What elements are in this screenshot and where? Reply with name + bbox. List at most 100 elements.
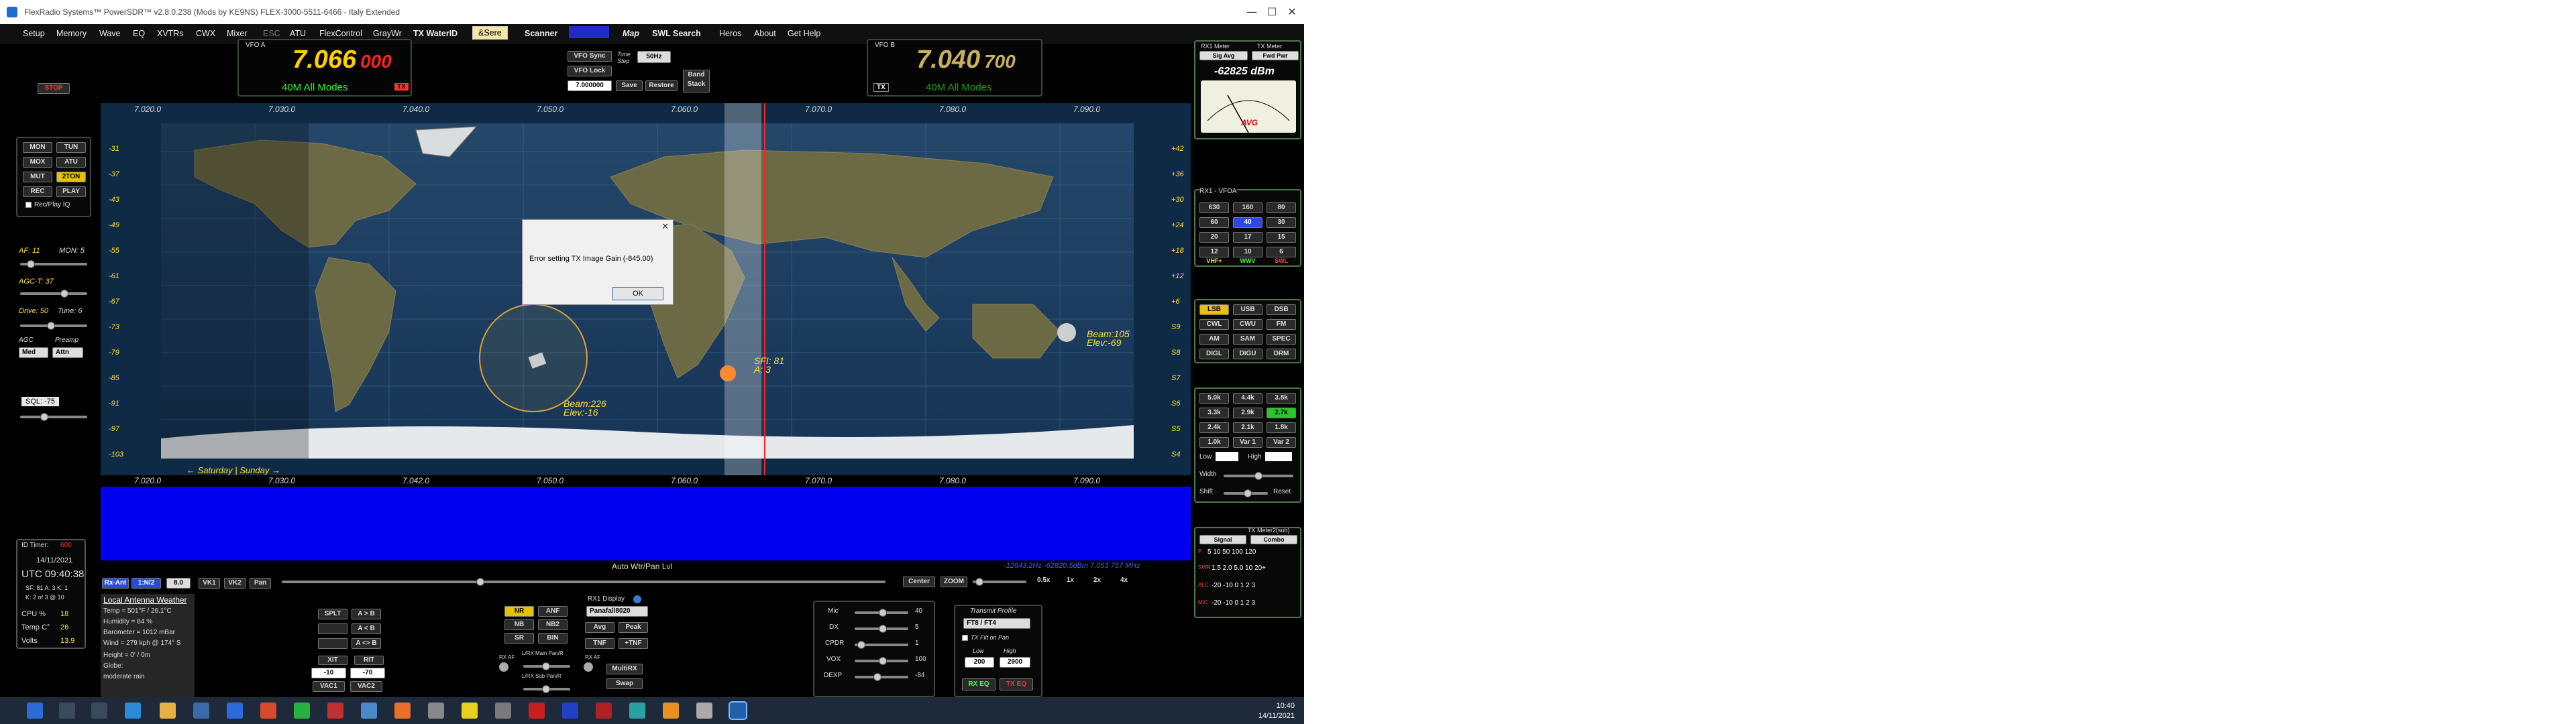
filter-2-1k-button[interactable]: 2.1k — [1233, 422, 1263, 433]
tnf-plus-button[interactable]: +TNF — [619, 638, 648, 649]
maximize-button[interactable]: ☐ — [1263, 4, 1281, 20]
step-freq-input[interactable]: 7.000000 — [568, 80, 612, 91]
app-icon[interactable] — [294, 703, 310, 719]
tx-meter2-left-select[interactable]: Signal — [1199, 535, 1246, 544]
dx-slider[interactable] — [855, 625, 908, 633]
mail-icon[interactable] — [227, 703, 243, 719]
zoom-4x[interactable]: 4x — [1120, 577, 1128, 584]
atu-button[interactable]: ATU — [56, 157, 86, 168]
nr-button[interactable]: NR — [504, 606, 534, 617]
menu-spotter[interactable]: Spotter — [569, 26, 610, 38]
rx-eq-button[interactable]: RX EQ — [962, 678, 996, 690]
vox-slider[interactable] — [855, 657, 908, 665]
band-15-button[interactable]: 15 — [1267, 232, 1296, 243]
mut-button[interactable]: MUT — [23, 172, 52, 182]
mode-dsb-button[interactable]: DSB — [1267, 304, 1296, 315]
stop-button[interactable]: STOP — [38, 83, 70, 94]
band-swl-button[interactable]: SWL — [1267, 257, 1296, 265]
waterfall-display[interactable] — [101, 487, 1191, 560]
transmit-profile-select[interactable]: FT8 / FT4 — [963, 618, 1030, 629]
pan-slider[interactable] — [282, 578, 885, 586]
app-icon[interactable] — [596, 703, 612, 719]
taskbar-clock[interactable]: 10:40 14/11/2021 — [1258, 701, 1295, 721]
mode-spec-button[interactable]: SPEC — [1267, 334, 1296, 345]
menu-graywr[interactable]: GrayWr — [373, 29, 402, 38]
vk1-button[interactable]: VK1 — [199, 578, 220, 589]
menu-about[interactable]: About — [754, 29, 776, 38]
pan-button[interactable]: Pan — [250, 578, 271, 589]
zoom-slider[interactable] — [973, 578, 1026, 586]
menu-eq[interactable]: EQ — [133, 29, 145, 38]
band-12-button[interactable]: 12 — [1199, 247, 1229, 257]
filter-4-4k-button[interactable]: 4.4k — [1233, 393, 1263, 404]
2ton-button[interactable]: 2TON — [56, 172, 86, 182]
avg-button[interactable]: Avg — [585, 622, 614, 633]
mode-cwl-button[interactable]: CWL — [1199, 319, 1229, 330]
band-160-button[interactable]: 160 — [1233, 202, 1263, 213]
app-icon[interactable] — [696, 703, 712, 719]
store-icon[interactable] — [193, 703, 209, 719]
a-to-b-button[interactable]: A > B — [352, 609, 381, 619]
app-icon[interactable] — [629, 703, 645, 719]
xit-input[interactable]: -10 — [311, 668, 346, 678]
band-stack-button[interactable]: Band Stack — [683, 70, 710, 93]
filter-2-7k-button[interactable]: 2.7k — [1267, 408, 1296, 418]
band-40-button[interactable]: 40 — [1233, 217, 1263, 228]
cloud-button[interactable]: 1:N/2 — [131, 578, 161, 589]
vfo-sync-button[interactable]: VFO Sync — [568, 51, 612, 62]
filter-1-8k-button[interactable]: 1.8k — [1267, 422, 1296, 433]
sr-button[interactable]: SR — [504, 633, 534, 644]
vfo-a-freq[interactable]: 7.066 000 — [292, 46, 392, 74]
band-6-button[interactable]: 6 — [1267, 247, 1296, 257]
rec-play-iq-checkbox[interactable]: Rec/Play IQ — [25, 201, 70, 208]
app-icon[interactable] — [562, 703, 578, 719]
vac2-button[interactable]: VAC2 — [350, 681, 382, 692]
mode-usb-button[interactable]: USB — [1233, 304, 1263, 315]
rx-main-pan-slider[interactable] — [523, 662, 570, 670]
menu-mixer[interactable]: Mixer — [227, 29, 248, 38]
if-vfo-button[interactable] — [318, 638, 347, 649]
a-swap-b-button[interactable]: A <> B — [352, 638, 381, 649]
band-60-button[interactable]: 60 — [1199, 217, 1229, 228]
filter-1-0k-button[interactable]: 1.0k — [1199, 437, 1229, 448]
mode-digu-button[interactable]: DIGU — [1233, 349, 1263, 359]
band-vhf-button[interactable]: VHF+ — [1199, 257, 1229, 265]
agc-select[interactable]: Med — [19, 347, 48, 358]
powersdr-taskbar-icon[interactable] — [729, 701, 747, 720]
app-icon[interactable] — [663, 703, 679, 719]
dexp-slider[interactable] — [855, 673, 908, 681]
vk2-button[interactable]: VK2 — [224, 578, 246, 589]
menu-setup[interactable]: Setup — [23, 29, 45, 38]
restore-button[interactable]: Restore — [645, 80, 678, 91]
mode-fm-button[interactable]: FM — [1267, 319, 1296, 330]
filter-shift-slider[interactable] — [1224, 489, 1268, 497]
filter-reset-button[interactable]: Reset — [1273, 488, 1291, 495]
filter-3-8k-button[interactable]: 3.8k — [1267, 393, 1296, 404]
save-button[interactable]: Save — [616, 80, 643, 91]
filter-var1-button[interactable]: Var 1 — [1233, 437, 1263, 448]
zoom-button[interactable]: ZOOM — [941, 577, 967, 587]
app-icon[interactable] — [428, 703, 444, 719]
app-icon[interactable] — [327, 703, 343, 719]
band-630-button[interactable]: 630 — [1199, 202, 1229, 213]
vfo-b-freq[interactable]: 7.040 700 — [916, 46, 1016, 74]
app-icon[interactable] — [529, 703, 545, 719]
tnf-button[interactable]: TNF — [585, 638, 614, 649]
app-icon[interactable] — [361, 703, 377, 719]
rx-sub-pan-slider[interactable] — [523, 685, 570, 693]
tx-filt-checkbox[interactable]: TX Filt on Pan — [962, 634, 1009, 642]
edge-icon[interactable] — [125, 703, 141, 719]
menu-swl-search[interactable]: SWL Search — [652, 29, 701, 38]
menu-tx-waterid[interactable]: TX WaterID — [413, 29, 458, 38]
zoom-0-5x[interactable]: 0.5x — [1037, 577, 1050, 584]
mic-slider[interactable] — [855, 609, 908, 617]
tx-low-input[interactable]: 200 — [965, 657, 994, 668]
menu-map[interactable]: Map — [623, 29, 639, 38]
minimize-button[interactable]: — — [1242, 4, 1261, 20]
menu-atu[interactable]: ATU — [290, 29, 306, 38]
cpdr-slider[interactable] — [855, 641, 908, 649]
tune-step-select[interactable]: 50Hz — [637, 51, 671, 63]
mon-button[interactable]: MON — [23, 142, 52, 153]
filter-low-input[interactable] — [1216, 452, 1238, 461]
app-icon[interactable] — [495, 703, 511, 719]
